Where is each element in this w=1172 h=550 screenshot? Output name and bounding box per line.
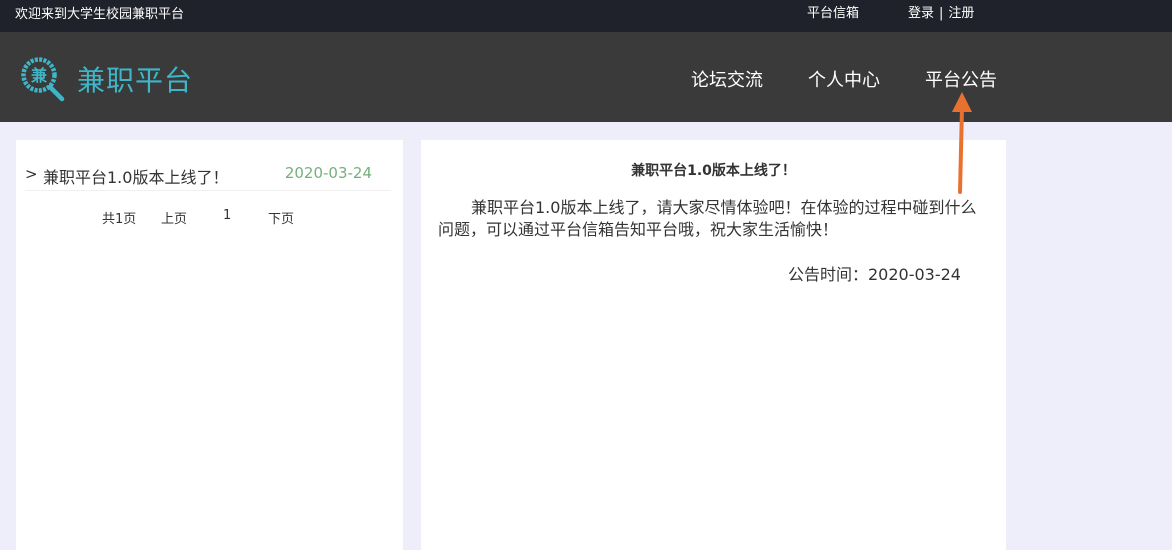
welcome-text: 欢迎来到大学生校园兼职平台: [15, 7, 185, 22]
list-item-date: 2020-03-24: [284, 164, 372, 182]
pager-current: 1: [223, 208, 232, 223]
announcement-detail-panel: 兼职平台1.0版本上线了！ 兼职平台1.0版本上线了，请大家尽情体验吧！在体验的…: [421, 140, 1006, 550]
announcement-title: 兼职平台1.0版本上线了！: [631, 163, 796, 179]
logo-icon[interactable]: 兼: [21, 56, 67, 102]
nav-forum[interactable]: 论坛交流: [691, 66, 763, 92]
announcement-list-panel: > 兼职平台1.0版本上线了！ 2020-03-24 共1页 上页 1 下页: [16, 140, 403, 550]
login-link[interactable]: 登录: [908, 6, 934, 21]
register-link[interactable]: 注册: [948, 6, 974, 21]
pager-total: 共1页: [102, 212, 137, 227]
mailbox-link[interactable]: 平台信箱: [807, 2, 859, 21]
list-item[interactable]: > 兼职平台1.0版本上线了！ 2020-03-24: [25, 162, 391, 191]
pager-prev-button[interactable]: 上页: [161, 208, 187, 227]
announcement-body: 兼职平台1.0版本上线了，请大家尽情体验吧！在体验的过程中碰到什么问题，可以通过…: [438, 198, 977, 239]
caret-icon: >: [25, 165, 38, 183]
announcement-time: 公告时间：2020-03-24: [788, 265, 961, 284]
pager-next-button[interactable]: 下页: [268, 208, 294, 227]
pointer-arrow-icon: [952, 92, 972, 194]
nav-personal-center[interactable]: 个人中心: [808, 66, 880, 92]
top-bar: 欢迎来到大学生校园兼职平台 平台信箱 登录 | 注册: [0, 0, 1172, 32]
nav-announcements[interactable]: 平台公告: [925, 66, 997, 92]
logo-text[interactable]: 兼职平台: [77, 59, 193, 99]
auth-links: 登录 | 注册: [908, 2, 974, 21]
list-item-title[interactable]: 兼职平台1.0版本上线了！: [43, 164, 228, 188]
auth-separator: |: [939, 6, 944, 21]
logo-char: 兼: [31, 66, 47, 85]
